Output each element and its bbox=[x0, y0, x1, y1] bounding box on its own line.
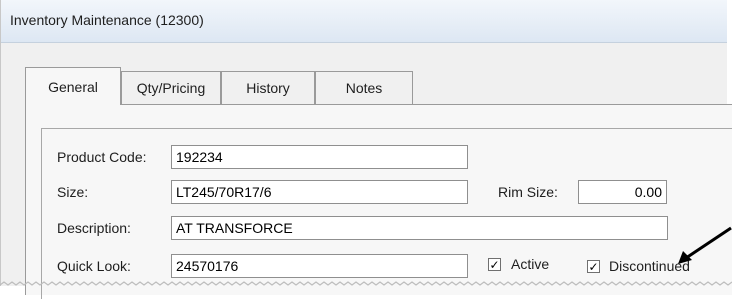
quick-look-label: Quick Look: bbox=[57, 258, 131, 274]
active-label: Active bbox=[511, 256, 550, 272]
size-label: Size: bbox=[57, 184, 89, 200]
rim-size-label: Rim Size: bbox=[498, 184, 558, 200]
callout-arrow-icon bbox=[678, 226, 732, 264]
tab-history[interactable]: History bbox=[221, 71, 315, 104]
tab-qty-pricing[interactable]: Qty/Pricing bbox=[121, 71, 221, 104]
product-code-label: Product Code: bbox=[57, 149, 147, 165]
checkmark-icon: ✓ bbox=[489, 257, 500, 272]
rim-size-field[interactable]: 0.00 bbox=[578, 180, 667, 204]
product-code-field[interactable]: 192234 bbox=[171, 145, 468, 169]
active-checkbox[interactable]: ✓ bbox=[488, 258, 501, 271]
tab-notes[interactable]: Notes bbox=[315, 71, 413, 104]
title-bar: Inventory Maintenance (12300) bbox=[1, 0, 727, 43]
tab-general[interactable]: General bbox=[25, 67, 121, 105]
inventory-maintenance-window: Inventory Maintenance (12300) General Qt… bbox=[0, 0, 732, 299]
discontinued-checkbox[interactable]: ✓ bbox=[587, 260, 600, 273]
description-label: Description: bbox=[57, 220, 131, 236]
size-field[interactable]: LT245/70R17/6 bbox=[171, 180, 468, 204]
torn-edge-decoration bbox=[0, 281, 732, 286]
checkmark-icon: ✓ bbox=[588, 259, 599, 274]
window-title: Inventory Maintenance (12300) bbox=[10, 12, 204, 28]
description-field[interactable]: AT TRANSFORCE bbox=[171, 216, 668, 240]
quick-look-field[interactable]: 24570176 bbox=[171, 254, 468, 278]
